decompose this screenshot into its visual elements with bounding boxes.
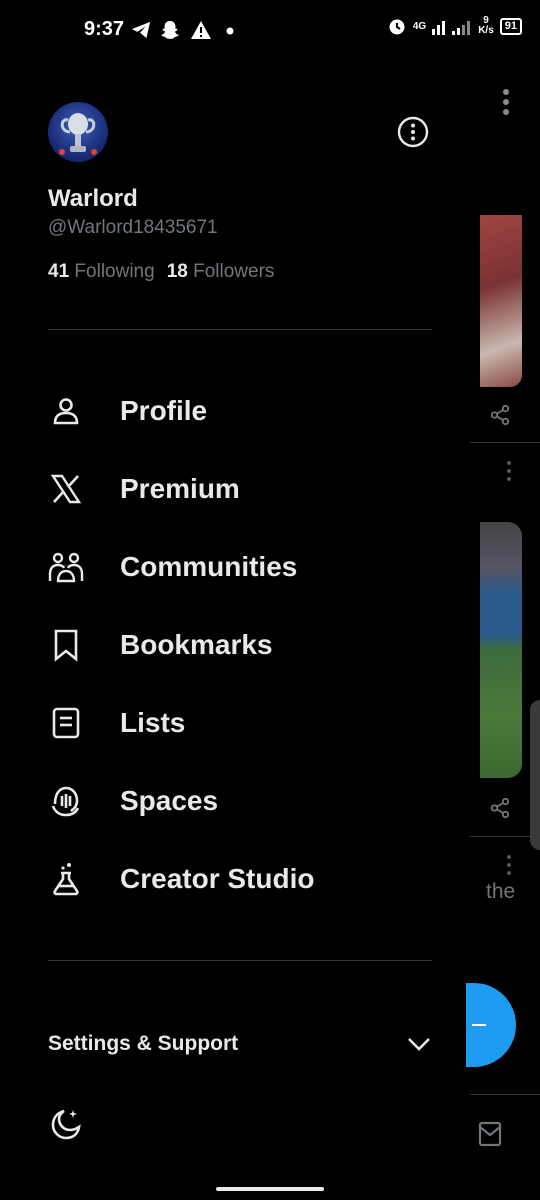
network-speed: 9 K/s bbox=[478, 15, 494, 36]
menu-item-spaces[interactable]: Spaces bbox=[48, 771, 448, 831]
profile-handle: @Warlord18435671 bbox=[48, 217, 218, 238]
alarm-icon bbox=[389, 19, 405, 35]
warning-icon bbox=[191, 21, 211, 39]
menu-label: Premium bbox=[120, 473, 240, 504]
feed-more-icon[interactable] bbox=[504, 854, 514, 876]
menu-item-bookmarks[interactable]: Bookmarks bbox=[48, 615, 448, 675]
status-time: 9:37 bbox=[84, 18, 125, 40]
menu-item-creator-studio[interactable]: Creator Studio bbox=[48, 849, 448, 909]
profile-name[interactable]: Warlord bbox=[48, 185, 138, 213]
feed-divider bbox=[470, 442, 540, 443]
followers-link[interactable]: 18 Followers bbox=[167, 261, 275, 283]
navigation-drawer: 9:37 4G 9 K/s 91 Warlord @Warlord1843567… bbox=[0, 0, 522, 1200]
menu-label: Creator Studio bbox=[120, 863, 315, 894]
follow-stats: 41 Following 18 Followers bbox=[48, 261, 274, 283]
share-icon[interactable] bbox=[489, 404, 511, 426]
bottom-nav-divider bbox=[470, 1094, 540, 1095]
divider bbox=[48, 960, 432, 961]
bookmark-icon bbox=[48, 627, 84, 663]
x-logo-icon bbox=[48, 471, 84, 507]
feed-image[interactable] bbox=[480, 215, 522, 387]
snapchat-icon bbox=[161, 21, 179, 39]
notification-dot-icon bbox=[226, 27, 234, 35]
menu-item-communities[interactable]: Communities bbox=[48, 537, 448, 597]
menu-item-premium[interactable]: Premium bbox=[48, 459, 448, 519]
avatar[interactable] bbox=[48, 102, 108, 162]
scroll-handle[interactable] bbox=[530, 700, 540, 850]
communities-icon bbox=[48, 549, 84, 585]
menu-item-profile[interactable]: Profile bbox=[48, 381, 448, 441]
flask-icon bbox=[48, 861, 84, 897]
feed-post-text: the bbox=[486, 880, 516, 903]
menu-label: Communities bbox=[120, 551, 298, 582]
menu-label: Profile bbox=[120, 395, 208, 426]
compose-plus-icon bbox=[472, 1024, 486, 1026]
menu-label: Spaces bbox=[120, 785, 219, 816]
menu-label: Bookmarks bbox=[120, 629, 273, 660]
messages-icon[interactable] bbox=[478, 1118, 504, 1148]
menu-item-lists[interactable]: Lists bbox=[48, 693, 448, 753]
lists-icon bbox=[48, 705, 84, 741]
network-type: 4G bbox=[412, 20, 427, 32]
signal-icon bbox=[432, 21, 471, 35]
share-icon[interactable] bbox=[489, 797, 511, 819]
following-link[interactable]: 41 Following bbox=[48, 261, 155, 283]
battery-indicator: 91 bbox=[499, 17, 522, 35]
feed-more-icon[interactable] bbox=[504, 460, 514, 482]
chevron-down-icon bbox=[408, 1038, 430, 1051]
menu-label: Lists bbox=[120, 707, 186, 738]
home-indicator[interactable] bbox=[216, 1187, 324, 1191]
status-right: 4G 9 K/s 91 bbox=[387, 16, 522, 36]
settings-support-toggle[interactable]: Settings & Support bbox=[48, 1024, 432, 1064]
settings-support-label: Settings & Support bbox=[48, 1032, 239, 1055]
person-icon bbox=[48, 393, 84, 429]
feed-image[interactable] bbox=[480, 522, 522, 778]
divider bbox=[48, 329, 432, 330]
more-options-icon[interactable] bbox=[396, 115, 430, 149]
status-bar: 9:37 4G 9 K/s 91 bbox=[0, 0, 540, 62]
feed-more-icon[interactable] bbox=[500, 88, 512, 118]
spaces-icon bbox=[48, 783, 84, 819]
dark-mode-icon[interactable] bbox=[48, 1106, 84, 1142]
trophy-icon bbox=[59, 113, 97, 155]
telegram-icon bbox=[131, 21, 151, 39]
